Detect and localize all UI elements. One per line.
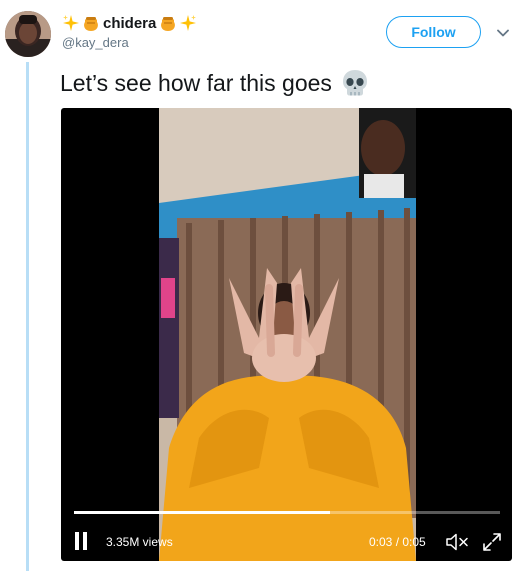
video-frame[interactable]: [159, 108, 416, 561]
avatar[interactable]: [5, 11, 51, 57]
follow-button[interactable]: Follow: [386, 16, 481, 48]
video-player[interactable]: 3.35M views 0:03 / 0:05: [61, 108, 512, 561]
display-name[interactable]: chidera: [103, 15, 156, 32]
pause-icon[interactable]: [73, 532, 89, 550]
thread-line: [26, 62, 29, 571]
video-progress-fill: [74, 511, 330, 514]
honey-pot-icon: [161, 17, 176, 31]
video-time: 0:03 / 0:05: [369, 535, 426, 549]
skull-icon: [342, 70, 367, 96]
author-handle[interactable]: @kay_dera: [62, 35, 129, 50]
tweet-text-row: Let’s see how far this goes: [60, 68, 370, 98]
sparkles-icon: [180, 15, 197, 31]
author-name-row[interactable]: chidera: [62, 12, 197, 34]
sparkles-icon: [63, 15, 79, 31]
chevron-down-icon[interactable]: [496, 26, 510, 40]
honey-pot-icon: [84, 17, 98, 31]
fullscreen-icon[interactable]: [482, 532, 502, 552]
video-progress-bar[interactable]: [74, 511, 500, 514]
video-view-count: 3.35M views: [106, 535, 173, 549]
tweet-card: chidera @kay_dera Follow Let’s see how f…: [0, 0, 528, 571]
mute-icon[interactable]: [445, 532, 471, 552]
tweet-text: Let’s see how far this goes: [60, 69, 332, 96]
